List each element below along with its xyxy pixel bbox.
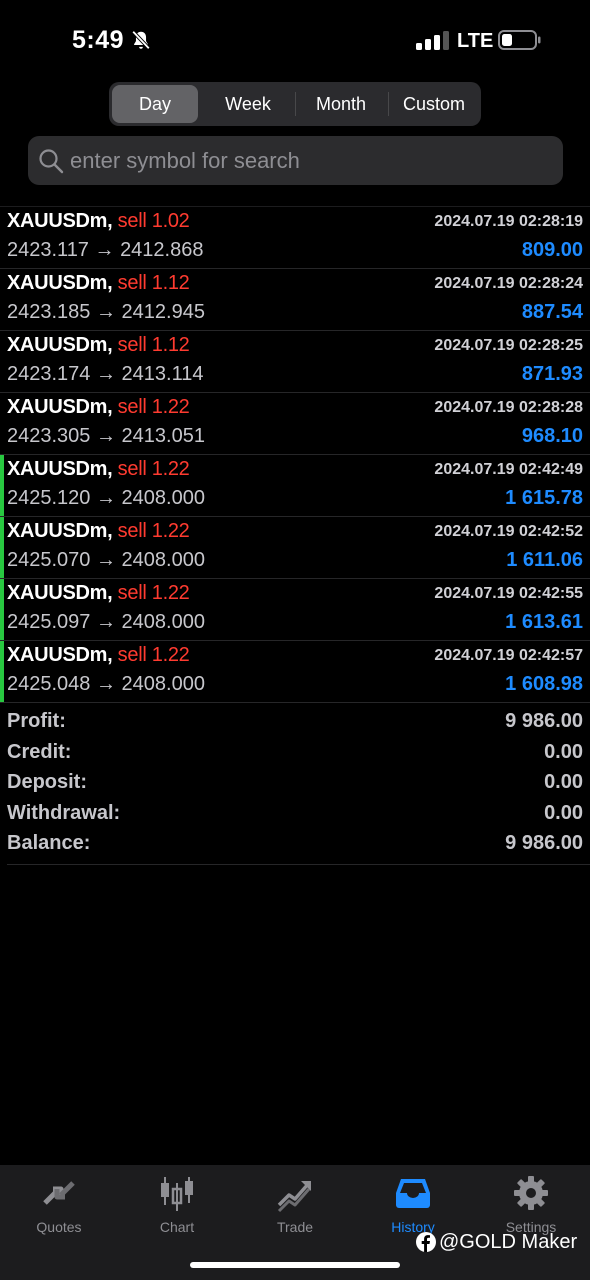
tab-label: Trade: [276, 1219, 314, 1235]
period-selector: Day Week Month Custom: [109, 82, 481, 126]
row-marker: [0, 641, 4, 702]
summary-credit: Credit: 0.00: [0, 737, 590, 768]
deal-row[interactable]: XAUUSDm, sell 1.22 2425.097 → 2408.000 2…: [0, 579, 590, 641]
status-bar: 5:49 LTE: [0, 0, 590, 80]
deal-symbol: XAUUSDm, sell 1.02: [7, 210, 190, 232]
deal-prices: 2423.174 → 2413.114: [7, 363, 204, 385]
signal-icon: [416, 31, 449, 50]
deal-time: 2024.07.19 02:28:19: [434, 213, 583, 230]
deal-prices: 2425.120 → 2408.000: [7, 487, 205, 509]
candlestick-chart-icon: [161, 1177, 193, 1211]
deal-profit: 1 608.98: [505, 673, 583, 695]
deal-time: 2024.07.19 02:28:28: [434, 399, 583, 416]
deal-time: 2024.07.19 02:42:49: [434, 461, 583, 478]
watermark: @GOLD Maker: [416, 1228, 577, 1256]
deal-time: 2024.07.19 02:28:24: [434, 275, 583, 292]
period-custom[interactable]: Custom: [391, 85, 477, 123]
deal-row[interactable]: XAUUSDm, sell 1.22 2425.070 → 2408.000 2…: [0, 517, 590, 579]
history-inbox-icon: [396, 1179, 430, 1208]
summary-value: 9 986.00: [505, 710, 583, 732]
home-indicator[interactable]: [190, 1262, 400, 1268]
account-summary: Profit: 9 986.00 Credit: 0.00 Deposit: 0…: [0, 706, 590, 859]
search-bar[interactable]: [28, 136, 563, 185]
deal-row[interactable]: XAUUSDm, sell 1.12 2423.185 → 2412.945 2…: [0, 269, 590, 331]
deal-time: 2024.07.19 02:42:52: [434, 523, 583, 540]
deal-profit: 1 613.61: [505, 611, 583, 633]
summary-value: 0.00: [544, 740, 583, 763]
tab-quotes[interactable]: Quotes: [0, 1173, 118, 1237]
summary-label: Credit:: [7, 740, 72, 763]
summary-deposit: Deposit: 0.00: [0, 767, 590, 798]
deal-row[interactable]: XAUUSDm, sell 1.22 2425.120 → 2408.000 2…: [0, 455, 590, 517]
deal-time: 2024.07.19 02:42:55: [434, 585, 583, 602]
summary-label: Profit:: [7, 710, 66, 732]
deal-symbol: XAUUSDm, sell 1.22: [7, 458, 190, 480]
deal-prices: 2425.097 → 2408.000: [7, 611, 205, 633]
tab-trade[interactable]: Trade: [236, 1173, 354, 1237]
watermark-text: @GOLD Maker: [439, 1230, 578, 1253]
summary-value: 0.00: [544, 771, 583, 793]
search-input[interactable]: [70, 136, 550, 185]
summary-profit: Profit: 9 986.00: [0, 706, 590, 737]
period-month[interactable]: Month: [298, 85, 384, 123]
facebook-icon: [416, 1232, 436, 1252]
segment-divider: [295, 92, 296, 116]
tab-label: Chart: [159, 1219, 195, 1235]
deal-row[interactable]: XAUUSDm, sell 1.22 2425.048 → 2408.000 2…: [0, 641, 590, 703]
period-week[interactable]: Week: [205, 85, 291, 123]
period-day[interactable]: Day: [112, 85, 198, 123]
summary-label: Withdrawal:: [7, 801, 121, 824]
deal-profit: 871.93: [521, 363, 583, 385]
row-marker: [0, 579, 4, 640]
deal-symbol: XAUUSDm, sell 1.22: [7, 644, 190, 666]
quotes-icon: [43, 1181, 75, 1205]
deal-time: 2024.07.19 02:28:25: [434, 337, 583, 354]
battery-icon: [498, 30, 541, 50]
deal-profit: 1 611.06: [506, 549, 583, 571]
deal-time: 2024.07.19 02:42:57: [434, 647, 583, 664]
summary-balance: Balance: 9 986.00: [0, 828, 590, 859]
deal-symbol: XAUUSDm, sell 1.12: [7, 272, 190, 294]
deal-prices: 2425.070 → 2408.000: [7, 549, 205, 571]
deal-symbol: XAUUSDm, sell 1.12: [7, 334, 190, 356]
deal-symbol: XAUUSDm, sell 1.22: [7, 396, 190, 418]
deal-symbol: XAUUSDm, sell 1.22: [7, 520, 190, 542]
bell-slash-icon: [131, 30, 151, 50]
trade-icon: [277, 1181, 311, 1213]
summary-value: 0.00: [544, 801, 583, 824]
segment-divider: [388, 92, 389, 116]
deal-prices: 2423.305 → 2413.051: [7, 425, 205, 447]
deal-profit: 1 615.78: [505, 487, 583, 509]
divider: [7, 864, 590, 865]
gear-icon: [514, 1176, 548, 1210]
row-marker: [0, 455, 4, 516]
deal-prices: 2423.185 → 2412.945: [7, 301, 205, 323]
summary-label: Deposit:: [7, 771, 87, 793]
deals-list: XAUUSDm, sell 1.02 2423.117 → 2412.868 2…: [0, 206, 590, 703]
network-label: LTE: [457, 30, 494, 52]
deal-row[interactable]: XAUUSDm, sell 1.12 2423.174 → 2413.114 2…: [0, 331, 590, 393]
tab-chart[interactable]: Chart: [118, 1173, 236, 1237]
row-marker: [0, 517, 4, 578]
summary-value: 9 986.00: [505, 832, 583, 854]
deal-prices: 2425.048 → 2408.000: [7, 673, 205, 695]
summary-withdrawal: Withdrawal: 0.00: [0, 798, 590, 829]
status-time: 5:49: [72, 26, 125, 54]
tab-label: Quotes: [36, 1219, 82, 1235]
deal-profit: 809.00: [521, 239, 583, 261]
deal-prices: 2423.117 → 2412.868: [7, 239, 204, 261]
summary-label: Balance:: [7, 832, 91, 854]
deal-profit: 887.54: [521, 301, 583, 323]
deal-row[interactable]: XAUUSDm, sell 1.02 2423.117 → 2412.868 2…: [0, 207, 590, 269]
search-icon: [39, 149, 64, 174]
deal-row[interactable]: XAUUSDm, sell 1.22 2423.305 → 2413.051 2…: [0, 393, 590, 455]
deal-symbol: XAUUSDm, sell 1.22: [7, 582, 190, 604]
deal-profit: 968.10: [521, 425, 583, 447]
